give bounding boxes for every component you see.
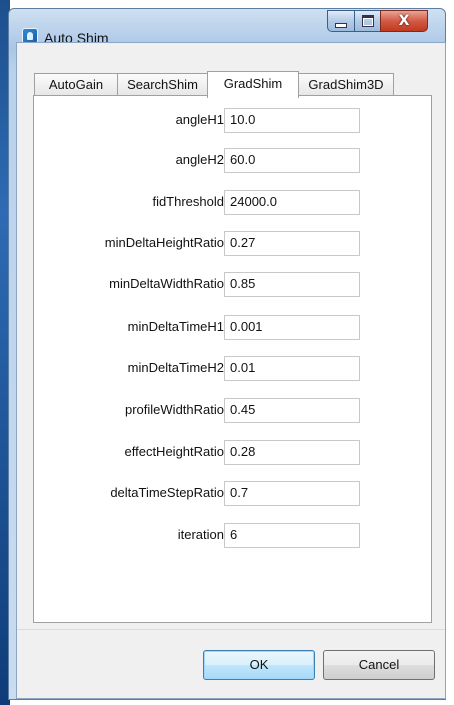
close-icon: X [398, 13, 410, 29]
maximize-icon [361, 15, 374, 27]
field-row: minDeltaTimeH1 0.001 [34, 315, 431, 342]
field-row: angleH1 10.0 [34, 108, 431, 135]
tab-gradshim[interactable]: GradShim [207, 71, 299, 98]
field-label: minDeltaWidthRatio [109, 276, 224, 291]
field-row: effectHeightRatio 0.28 [34, 440, 431, 467]
iteration-input[interactable]: 6 [224, 523, 360, 548]
field-row: angleH2 60.0 [34, 148, 431, 175]
field-label: effectHeightRatio [124, 444, 225, 459]
field-row: minDeltaWidthRatio 0.85 [34, 272, 431, 299]
divider [17, 629, 445, 630]
fidthreshold-input[interactable]: 24000.0 [224, 190, 360, 215]
mindeltaheightratio-input[interactable]: 0.27 [224, 231, 360, 256]
field-label: angleH2 [175, 152, 224, 167]
field-label: minDeltaTimeH1 [127, 319, 224, 334]
field-label: profileWidthRatio [125, 402, 224, 417]
field-row: fidThreshold 24000.0 [34, 190, 431, 217]
effectheightratio-input[interactable]: 0.28 [224, 440, 360, 465]
cancel-button[interactable]: Cancel [323, 650, 435, 680]
field-row: minDeltaTimeH2 0.01 [34, 356, 431, 383]
profilewidthratio-input[interactable]: 0.45 [224, 398, 360, 423]
angleh1-input[interactable]: 10.0 [224, 108, 360, 133]
deltatimestepratio-input[interactable]: 0.7 [224, 481, 360, 506]
field-label: deltaTimeStepRatio [110, 485, 224, 500]
tab-searchshim[interactable]: SearchShim [117, 73, 208, 96]
field-row: iteration 6 [34, 523, 431, 550]
mindeltawidthratio-input[interactable]: 0.85 [224, 272, 360, 297]
field-label: minDeltaTimeH2 [127, 360, 224, 375]
field-row: profileWidthRatio 0.45 [34, 398, 431, 425]
tab-gradshim3d[interactable]: GradShim3D [298, 73, 394, 96]
tab-autogain[interactable]: AutoGain [34, 73, 118, 96]
field-label: minDeltaHeightRatio [104, 235, 224, 250]
mindeltatimeh1-input[interactable]: 0.001 [224, 315, 360, 340]
minimize-icon [335, 22, 347, 28]
mindeltatimeh2-input[interactable]: 0.01 [224, 356, 360, 381]
field-label: iteration [177, 527, 224, 542]
ok-button[interactable]: OK [203, 650, 315, 680]
gradshim-panel: angleH1 10.0 angleH2 60.0 fidThreshold 2… [33, 95, 432, 623]
field-label: fidThreshold [152, 194, 224, 209]
dialog-client-area: AutoGain SearchShim GradShim GradShim3D … [16, 42, 446, 699]
field-row: deltaTimeStepRatio 0.7 [34, 481, 431, 508]
field-label: angleH1 [175, 112, 224, 127]
close-button[interactable]: X [380, 10, 428, 32]
field-row: minDeltaHeightRatio 0.27 [34, 231, 431, 258]
minimize-button[interactable] [327, 10, 355, 32]
maximize-button[interactable] [354, 10, 381, 32]
angleh2-input[interactable]: 60.0 [224, 148, 360, 173]
